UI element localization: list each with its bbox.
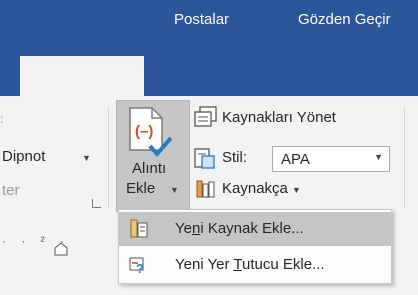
manage-sources-icon (194, 106, 217, 127)
chevron-down-icon: ▼ (170, 185, 179, 195)
stil-label: Stil: (222, 149, 248, 166)
style-icon (194, 148, 215, 169)
tab-gozden-gecir[interactable]: Gözden Geçir (298, 0, 391, 40)
kaynaklari-yonet-button[interactable]: Kaynakları Yönet (222, 109, 336, 126)
style-select[interactable]: APA ▼ (272, 146, 390, 172)
dialog-launcher-icon[interactable] (92, 199, 101, 208)
alinti-ekle-label-2: Ekle (126, 180, 156, 197)
indent-marker-icon[interactable] (54, 242, 68, 256)
group-separator (108, 108, 109, 208)
menu-item-label: Yeni Yer Tutucu Ekle... (175, 256, 325, 273)
chevron-down-icon: ▼ (374, 152, 383, 162)
tab-postalar[interactable]: Postalar (174, 0, 229, 40)
ribbon-fragment: : (0, 112, 4, 126)
menu-item-yeni-kaynak-ekle[interactable]: Yeni Kaynak Ekle... (119, 212, 391, 246)
tab-active-background (20, 56, 144, 97)
kaynakca-button[interactable]: Kaynakça (222, 180, 288, 197)
dipnot-button[interactable]: Dipnot (2, 148, 45, 165)
insert-citation-icon: (–) (129, 107, 172, 158)
kaynak-ekle-menu: Yeni Kaynak Ekle... ? Yeni Yer Tutucu Ek… (118, 209, 392, 284)
group-separator (404, 108, 405, 208)
new-source-icon (130, 219, 148, 238)
menu-item-label: Yeni Kaynak Ekle... (175, 220, 304, 237)
menu-item-yeni-yer-tutucu-ekle[interactable]: ? Yeni Yer Tutucu Ekle... (119, 248, 391, 282)
bibliography-icon (196, 180, 215, 198)
svg-text:(–): (–) (135, 123, 153, 140)
chevron-down-icon: ▼ (82, 153, 91, 163)
disabled-label: ter (2, 182, 20, 199)
style-select-value: APA (281, 151, 310, 168)
placeholder-icon: ? (129, 257, 144, 275)
chevron-down-icon: ▼ (292, 185, 301, 195)
alinti-ekle-label-1: Alıntı (132, 160, 167, 177)
tab-basvurular[interactable]: Başvurular (28, 0, 100, 40)
